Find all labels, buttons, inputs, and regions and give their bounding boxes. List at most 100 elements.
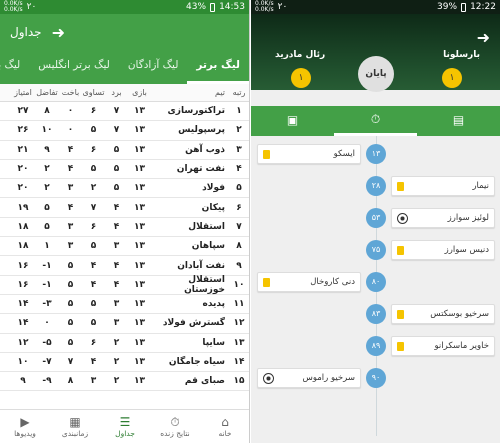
table-cell: ۵ (67, 337, 74, 348)
events-timeline: ۱۳ ایسکو ۲۸ نیمار ۵۳ لوئیز سوارز ۷۵ دنیس سوارز ۸… (251, 136, 500, 436)
table-cell: ۱۸ (17, 241, 29, 252)
table-cell: نفت تهران (176, 164, 225, 175)
table-cell: ۵ (90, 299, 97, 310)
table-cell: ۴ (90, 279, 97, 290)
table-header: رتبه تیم بازی برد تساوی باخت تفاضل امتیاز (0, 84, 249, 102)
event-minute-badge: ۹۰ (366, 368, 386, 388)
nav-item-0[interactable]: ⌂ خانه (200, 410, 249, 443)
battery-icon (210, 2, 216, 12)
app-toolbar: ➜ جداول (0, 14, 249, 50)
table-cell: ۲۷ (17, 106, 29, 117)
nav-item-4[interactable]: ▶ ویدیوها (0, 410, 50, 443)
table-cell: ۵ (113, 183, 120, 194)
table-row[interactable]: ۱۲ گسترش فولاد ۱۳ ۳ ۵ ۵ ۰ ۱۴ (0, 314, 249, 334)
table-cell: ۵ (44, 221, 50, 232)
status-extra: ۲۰ (26, 2, 37, 12)
table-cell: ۱۴ (17, 318, 29, 329)
table-row[interactable]: ۲ پرسپولیس ۱۳ ۷ ۵ ۰ ۱۰ ۲۶ (0, 121, 249, 141)
table-row[interactable]: ۱۵ صبای قم ۱۳ ۲ ۳ ۸ ۹- ۹ (0, 372, 249, 392)
table-cell: ۷ (113, 125, 120, 136)
battery-icon (461, 2, 467, 12)
table-row[interactable]: ۴ نفت تهران ۱۳ ۵ ۵ ۴ ۲ ۲۰ (0, 160, 249, 180)
away-score: ۱ (291, 68, 311, 88)
table-row[interactable]: ۱ تراکتورسازی ۱۳ ۷ ۶ ۰ ۸ ۲۷ (0, 102, 249, 122)
tab-timeline[interactable]: ⏱ (334, 106, 417, 136)
table-cell: ۳- (42, 299, 52, 310)
table-cell: ۴ (113, 260, 120, 271)
column-header: باخت (61, 88, 80, 97)
nav-label: ویدیوها (14, 429, 36, 438)
yellow-card-icon (263, 149, 270, 159)
player-name: لوئیز سوارز (447, 213, 489, 223)
table-cell: ۱ (236, 106, 242, 117)
tab-league-0[interactable]: لیگ برتر (187, 59, 249, 84)
table-cell: ۹- (42, 376, 52, 387)
table-row[interactable]: ۶ پیکان ۱۳ ۴ ۷ ۴ ۵ ۱۹ (0, 198, 249, 218)
table-row[interactable]: ۸ سپاهان ۱۳ ۳ ۵ ۳ ۱ ۱۸ (0, 237, 249, 257)
football-icon (397, 212, 408, 224)
event-card[interactable]: نیمار (391, 176, 495, 196)
column-header: تفاضل (36, 88, 58, 97)
nav-item-1[interactable]: ⏱ نتایج زنده (150, 410, 200, 443)
table-cell: ۴ (90, 357, 97, 367)
event-minute-badge: ۷۵ (366, 240, 386, 260)
tab-stats[interactable]: ▤ (417, 106, 500, 136)
table-cell: ۶ (90, 106, 97, 117)
table-row[interactable]: ۱۴ سیاه جامگان ۱۳ ۲ ۴ ۷ ۷- ۱۰ (0, 353, 249, 373)
back-arrow-icon[interactable]: ➜ (52, 23, 65, 42)
event-minute-badge: ۲۸ (366, 176, 386, 196)
table-row[interactable]: ۳ ذوب آهن ۱۳ ۵ ۶ ۴ ۹ ۲۱ (0, 141, 249, 160)
list-icon: ☰ (119, 415, 131, 429)
table-row[interactable]: ۱۰ استقلال خوزستان ۱۳ ۴ ۴ ۵ ۱- ۱۶ (0, 275, 249, 295)
event-card[interactable]: دنی کاروخال (257, 272, 361, 292)
event-card[interactable]: دنیس سوارز (391, 240, 495, 260)
column-header: امتیاز (14, 88, 32, 97)
table-row[interactable]: ۹ نفت آبادان ۱۳ ۴ ۴ ۵ ۱- ۱۶ (0, 256, 249, 276)
table-cell: ۴ (113, 221, 120, 232)
event-card[interactable]: لوئیز سوارز (391, 208, 495, 228)
table-cell: ۵ (90, 164, 97, 175)
table-cell: گسترش فولاد (162, 318, 225, 329)
table-cell: ۱۳ (134, 260, 145, 271)
table-cell: ۲ (90, 183, 97, 194)
table-cell: سپاهان (191, 241, 225, 252)
nav-item-3[interactable]: ▦ زمانبندی (50, 410, 100, 443)
away-team-name: رئال مادرید (275, 50, 326, 60)
table-cell: ۱۳ (233, 337, 245, 348)
table-row[interactable]: ۱۱ پدیده ۱۳ ۳ ۵ ۵ ۳- ۱۴ (0, 295, 249, 315)
table-row[interactable]: ۷ استقلال ۱۳ ۴ ۶ ۳ ۵ ۱۸ (0, 218, 249, 238)
table-row[interactable]: ۱۳ سایپا ۱۳ ۲ ۶ ۵ ۵- ۱۲ (0, 334, 249, 353)
table-cell: ۱- (42, 279, 52, 290)
event-card[interactable]: ایسکو (257, 144, 361, 164)
table-cell: ۶ (90, 144, 97, 155)
event-minute-badge: ۸۰ (366, 272, 386, 292)
table-cell: ۶ (90, 337, 97, 348)
table-cell: ۴ (67, 144, 74, 155)
table-cell: ۳ (113, 318, 120, 329)
match-tabs: ▣ ⏱ ▤ (251, 106, 500, 136)
table-cell: ۱۴ (233, 357, 245, 367)
table-cell: ۵ (236, 183, 242, 194)
tab-league-1[interactable]: لیگ آزادگان (119, 59, 188, 84)
table-row[interactable]: ۵ فولاد ۱۳ ۵ ۲ ۳ ۲ ۲۰ (0, 179, 249, 199)
event-minute-badge: ۸۹ (366, 336, 386, 356)
event-card[interactable]: سرخیو راموس (257, 368, 361, 388)
table-cell: ۱۰ (41, 125, 53, 136)
table-cell: استقلال (188, 221, 225, 232)
bottom-navigation: ⌂ خانه ⏱ نتایج زنده ☰ جداول ▦ زمانبندی ▶ ویدیوها (0, 409, 249, 443)
tab-lineup[interactable]: ▣ (251, 106, 334, 136)
event-minute-badge: ۱۳ (366, 144, 386, 164)
tab-league-3[interactable]: لیگ برتر هلند (0, 59, 29, 84)
nav-item-2[interactable]: ☰ جداول (100, 410, 150, 443)
player-name: سرخیو راموس (302, 373, 355, 383)
table-cell: ۴ (113, 279, 120, 290)
table-cell: ۲۶ (17, 125, 29, 136)
table-cell: ۹ (44, 144, 50, 155)
table-cell: ۱۳ (134, 125, 145, 136)
tab-league-2[interactable]: لیگ برتر انگلیس (29, 59, 119, 84)
table-cell: صبای قم (184, 376, 225, 387)
event-card[interactable]: خاویر ماسکرانو (391, 336, 495, 356)
back-arrow-icon[interactable]: ➜ (477, 28, 490, 47)
event-card[interactable]: سرخیو بوسکتس (391, 304, 495, 324)
table-cell: ۱۳ (134, 183, 145, 194)
